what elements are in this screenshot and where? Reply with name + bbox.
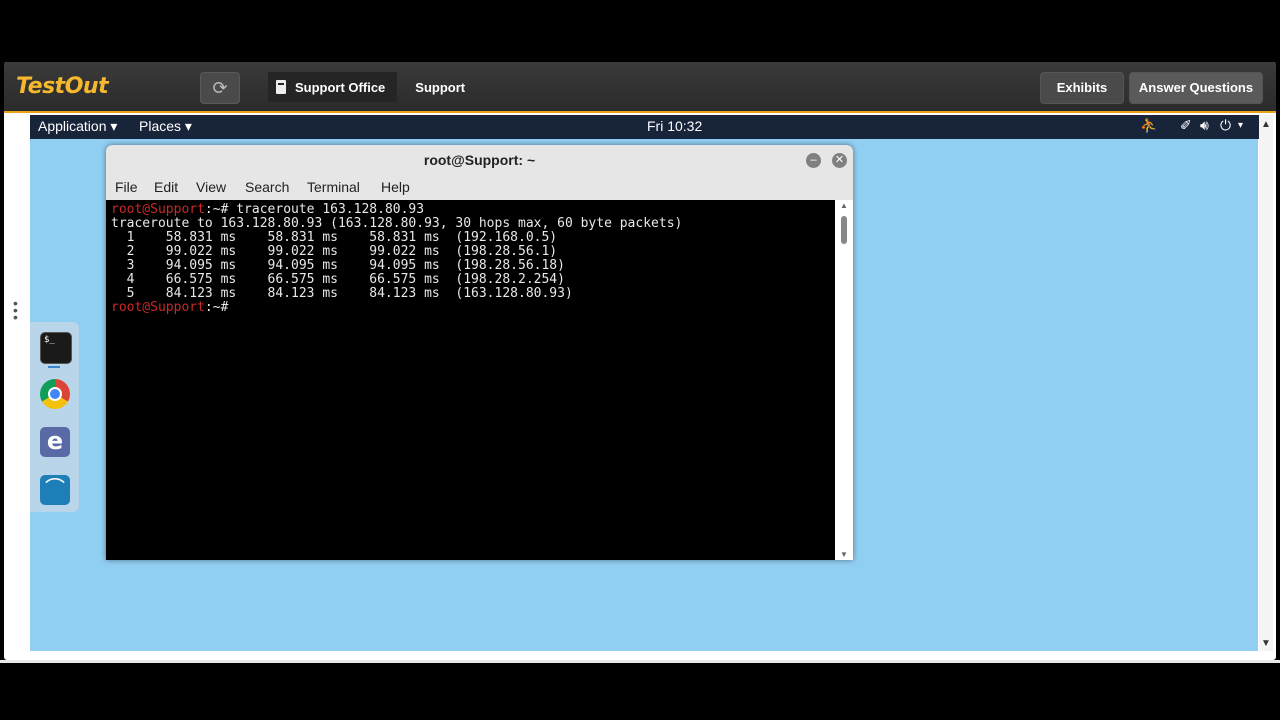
terminal-output[interactable]: root@Support:~# traceroute 163.128.80.93… [106, 200, 835, 560]
output-line: 3 94.095 ms 94.095 ms 94.095 ms (198.28.… [111, 258, 565, 273]
menu-terminal[interactable]: Terminal [307, 179, 360, 195]
output-line: 4 66.575 ms 66.575 ms 66.575 ms (198.28.… [111, 272, 565, 287]
refresh-button[interactable]: ⟳ [200, 72, 240, 104]
prompt-suffix: :~# [204, 300, 229, 315]
minimize-button[interactable]: – [806, 153, 821, 168]
output-line: traceroute to 163.128.80.93 (163.128.80.… [111, 216, 683, 231]
output-line: 1 58.831 ms 58.831 ms 58.831 ms (192.168… [111, 230, 558, 245]
users-icon[interactable]: ⛹ [1140, 117, 1157, 134]
testout-logo: TestOut [16, 74, 109, 99]
editor-icon[interactable]: e [40, 427, 70, 457]
scroll-up-icon[interactable]: ▲ [840, 201, 848, 210]
scroll-thumb[interactable] [841, 216, 847, 244]
chrome-icon[interactable] [40, 379, 70, 409]
scroll-down-icon[interactable]: ▼ [1261, 638, 1271, 649]
breadcrumb-label: Support [415, 79, 466, 95]
terminal-window: root@Support: ~ – ✕ File Edit View Searc… [106, 145, 853, 560]
building-icon [276, 80, 286, 94]
breadcrumb: Support Office Support [268, 72, 477, 102]
terminal-glyph: $_ [44, 335, 55, 345]
menu-edit[interactable]: Edit [154, 179, 178, 195]
power-icon[interactable]: ⏻ [1220, 117, 1231, 134]
breadcrumb-support[interactable]: Support [397, 72, 477, 102]
refresh-icon: ⟳ [212, 78, 228, 98]
terminal-icon[interactable]: $_ [40, 332, 72, 364]
menu-file[interactable]: File [115, 179, 138, 195]
breadcrumb-label: Support Office [295, 79, 386, 95]
menu-view[interactable]: View [196, 179, 226, 195]
terminal-scrollbar[interactable]: ▲ ▼ [835, 200, 853, 560]
drag-handle-icon[interactable]: • • • [13, 296, 19, 324]
chevron-down-icon[interactable]: ▾ [1238, 120, 1243, 131]
command-text: traceroute 163.128.80.93 [228, 202, 425, 217]
application-menu[interactable]: Application ▾ [38, 118, 117, 135]
network-icon[interactable]: ✐ [1180, 117, 1192, 134]
prompt-user: root@Support [111, 202, 205, 217]
panel-clock[interactable]: Fri 10:32 [647, 118, 702, 134]
wireshark-icon[interactable]: ⌒ [40, 475, 70, 505]
prompt-user: root@Support [111, 300, 205, 315]
output-line: 2 99.022 ms 99.022 ms 99.022 ms (198.28.… [111, 244, 558, 259]
scroll-down-icon[interactable]: ▼ [840, 550, 848, 559]
breadcrumb-support-office[interactable]: Support Office [268, 72, 398, 102]
exhibits-button[interactable]: Exhibits [1040, 72, 1124, 104]
output-line: 5 84.123 ms 84.123 ms 84.123 ms (163.128… [111, 286, 573, 301]
menu-search[interactable]: Search [245, 179, 289, 195]
volume-icon[interactable]: 🔊︎ [1200, 117, 1209, 134]
command-line: root@Support:~# traceroute 163.128.80.93 [111, 203, 424, 217]
close-button[interactable]: ✕ [832, 153, 847, 168]
scroll-up-icon[interactable]: ▲ [1261, 119, 1271, 130]
active-indicator [48, 366, 60, 368]
places-menu[interactable]: Places ▾ [139, 118, 192, 135]
gnome-top-panel: Application ▾ Places ▾ Fri 10:32 ⛹ ✐ 🔊︎ … [30, 115, 1262, 139]
answer-questions-button[interactable]: Answer Questions [1129, 72, 1263, 104]
bottom-divider [0, 660, 1280, 663]
top-toolbar: TestOut ⟳ Support Office Support Exhibit… [4, 62, 1276, 113]
prompt-line: root@Support:~# [111, 301, 228, 315]
app-dock: $_ e ⌒ [30, 322, 79, 512]
menu-help[interactable]: Help [381, 179, 410, 195]
terminal-menubar: File Edit View Search Terminal Help [106, 175, 853, 200]
terminal-title[interactable]: root@Support: ~ [106, 145, 853, 175]
prompt-suffix: :~# [204, 202, 229, 217]
page-scrollbar[interactable]: ▲ ▼ [1259, 115, 1273, 651]
